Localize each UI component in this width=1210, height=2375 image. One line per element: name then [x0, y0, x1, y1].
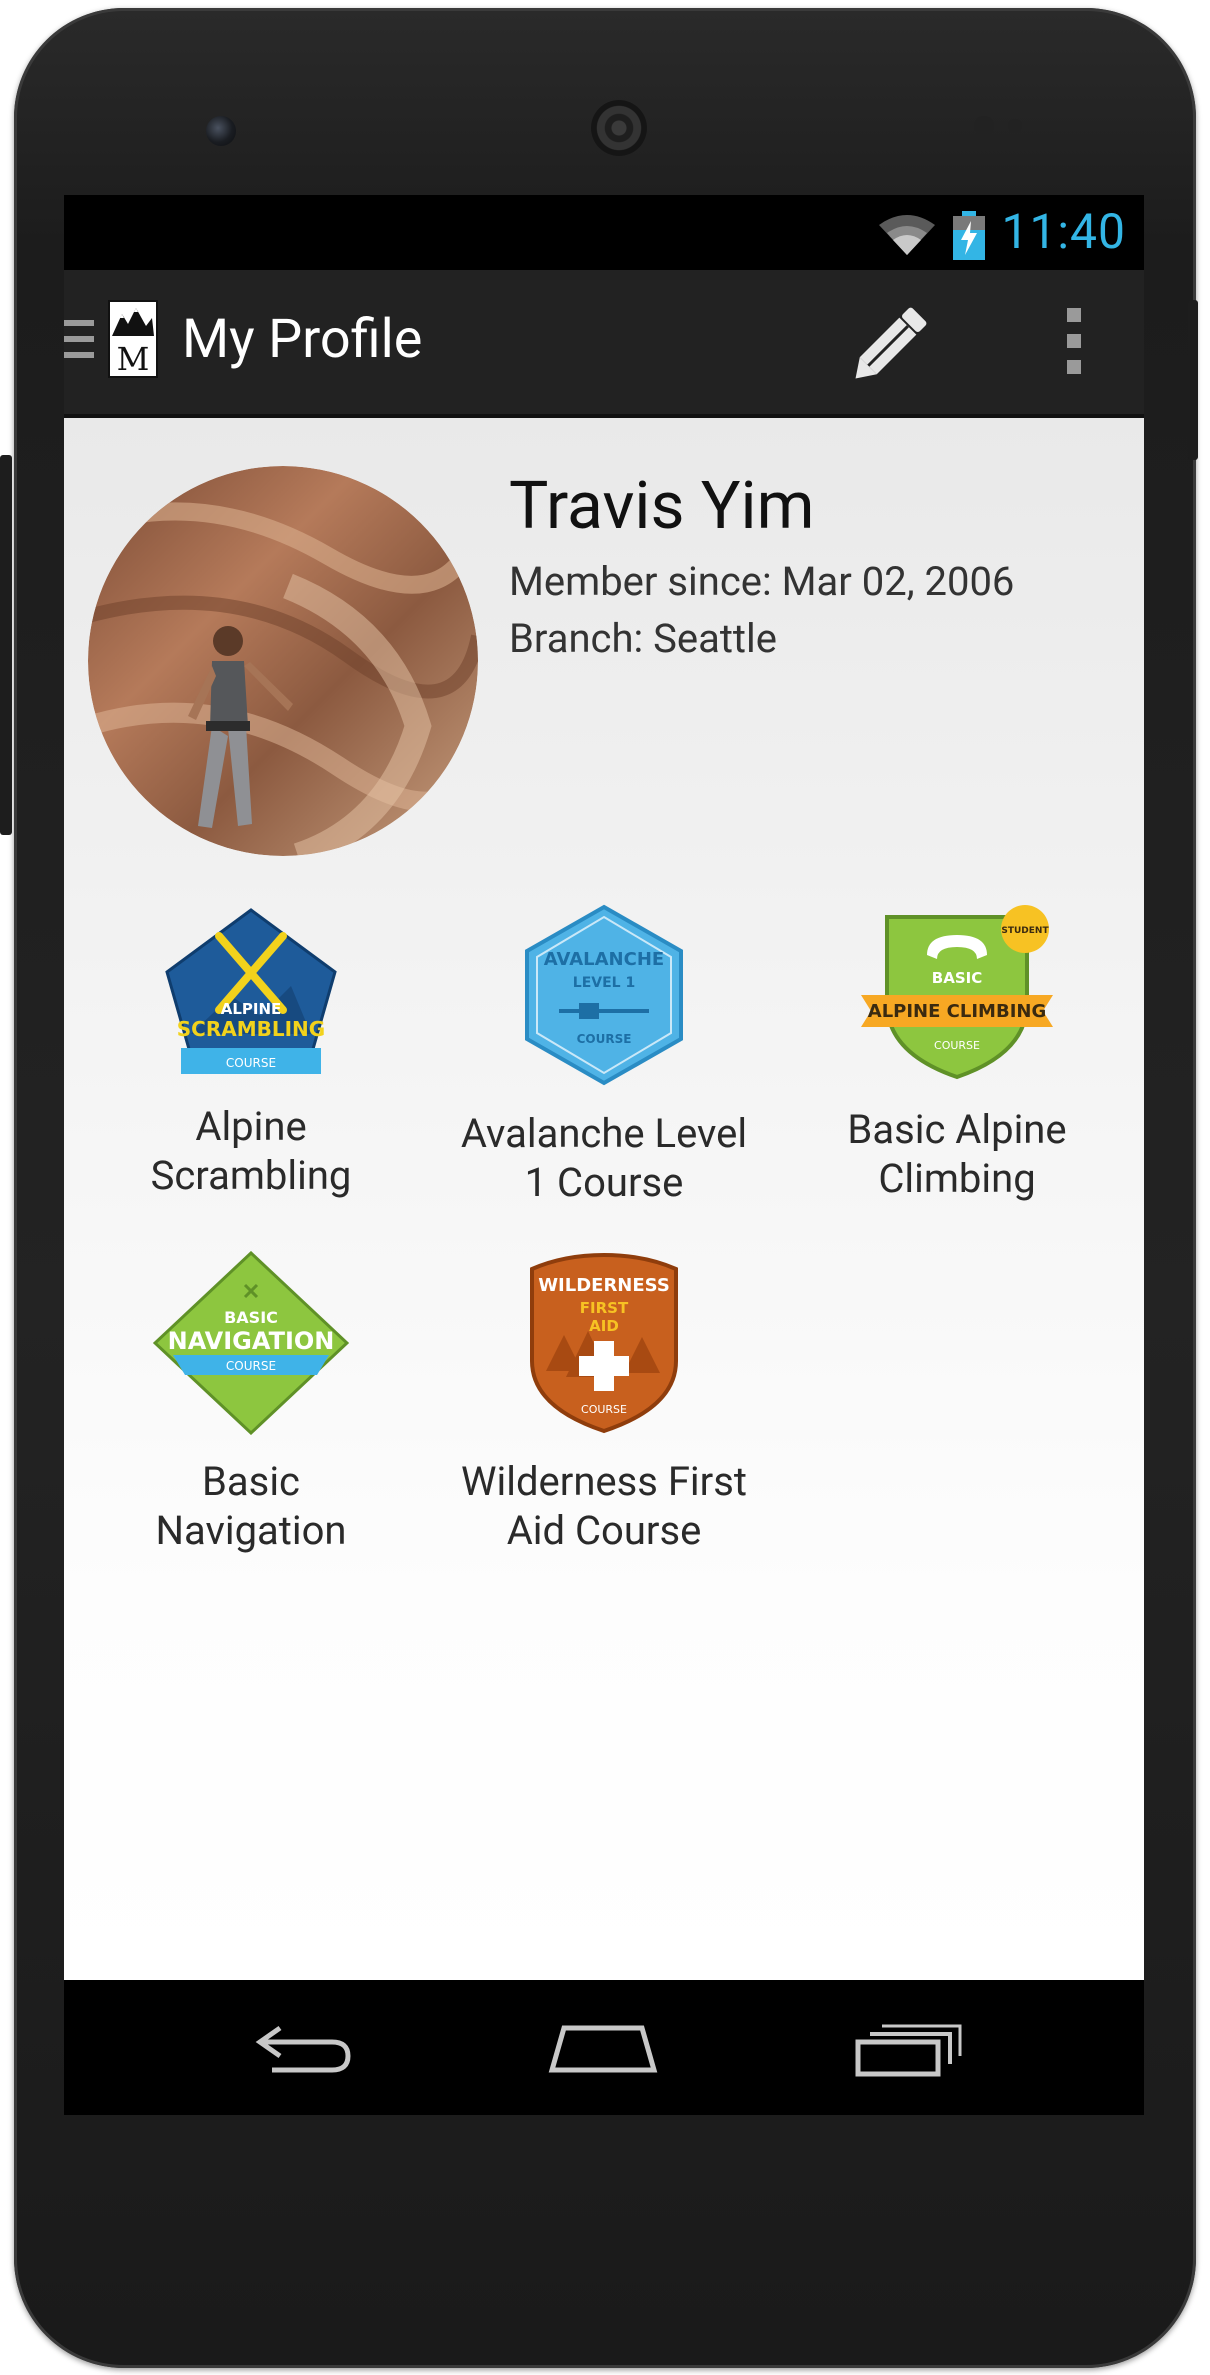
svg-text:WILDERNESS: WILDERNESS	[538, 1275, 670, 1296]
badge-label: Alpine Scrambling	[150, 1103, 352, 1199]
avalanche-level-1-badge-icon: AVALANCHE LEVEL 1 COURSE	[525, 904, 683, 1086]
basic-navigation-badge-icon: BASIC NAVIGATION COURSE	[153, 1251, 349, 1435]
svg-text:COURSE: COURSE	[226, 1359, 276, 1373]
badge-label: Basic Alpine Climbing	[847, 1106, 1067, 1202]
overflow-menu-icon[interactable]	[1064, 308, 1084, 374]
svg-text:BASIC: BASIC	[932, 969, 982, 987]
back-icon[interactable]	[252, 2018, 356, 2078]
svg-text:STUDENT: STUDENT	[1001, 926, 1049, 936]
branch: Branch: Seattle	[509, 615, 777, 662]
svg-text:AID: AID	[589, 1317, 619, 1335]
svg-text:FIRST: FIRST	[580, 1299, 629, 1317]
battery-charging-icon	[953, 211, 985, 260]
navigation-drawer-icon[interactable]	[64, 320, 94, 364]
status-time: 11:40	[1001, 203, 1126, 260]
light-sensor	[1008, 119, 1022, 133]
svg-text:COURSE: COURSE	[226, 1056, 276, 1070]
svg-text:BASIC: BASIC	[224, 1308, 278, 1327]
app-logo-icon[interactable]: M	[108, 300, 158, 378]
svg-text:SCRAMBLING: SCRAMBLING	[177, 1017, 325, 1041]
wifi-icon	[879, 215, 935, 255]
alpine-scrambling-badge-icon: ALPINE SCRAMBLING COURSE	[165, 908, 337, 1074]
page-title: My Profile	[182, 308, 423, 371]
power-button	[1188, 300, 1198, 460]
svg-text:COURSE: COURSE	[934, 1039, 980, 1052]
svg-text:COURSE: COURSE	[581, 1403, 627, 1416]
member-since: Member since: Mar 02, 2006	[509, 558, 1015, 605]
proximity-sensor	[974, 116, 994, 136]
badge-label: Wilderness First Aid Course	[461, 1458, 747, 1554]
edit-pencil-icon[interactable]	[850, 298, 936, 384]
profile-name: Travis Yim	[509, 468, 815, 545]
profile-content: Travis Yim Member since: Mar 02, 2006 Br…	[64, 418, 1144, 1980]
volume-rocker	[0, 455, 12, 835]
badge-avalanche-level-1[interactable]: AVALANCHE LEVEL 1 COURSE Avalanche Level…	[429, 903, 779, 1207]
recent-apps-icon[interactable]	[854, 2018, 964, 2078]
svg-text:M: M	[117, 340, 150, 378]
badge-wilderness-first-aid[interactable]: WILDERNESS FIRST AID COURSE Wilderness F…	[429, 1251, 779, 1555]
svg-text:ALPINE: ALPINE	[221, 1000, 282, 1018]
device-screen: 11:40 M My Profile Travis Yim Member sin…	[64, 195, 1144, 2115]
badge-basic-navigation[interactable]: BASIC NAVIGATION COURSE Basic Navigation	[76, 1251, 426, 1555]
wilderness-first-aid-badge-icon: WILDERNESS FIRST AID COURSE	[530, 1252, 678, 1434]
badge-alpine-scrambling[interactable]: ALPINE SCRAMBLING COURSE Alpine Scrambli…	[76, 906, 426, 1200]
action-bar: M My Profile	[64, 270, 1144, 418]
svg-text:LEVEL 1: LEVEL 1	[573, 975, 635, 991]
basic-alpine-climbing-badge-icon: BASIC ALPINE CLIMBING COURSE STUDENT	[861, 905, 1053, 1080]
svg-text:ALPINE CLIMBING: ALPINE CLIMBING	[868, 1001, 1046, 1022]
system-nav-bar	[64, 1980, 1144, 2115]
profile-avatar[interactable]	[88, 466, 478, 856]
status-bar: 11:40	[64, 195, 1144, 270]
svg-text:COURSE: COURSE	[577, 1032, 632, 1046]
home-icon[interactable]	[546, 2018, 660, 2078]
svg-text:AVALANCHE: AVALANCHE	[544, 949, 664, 970]
badge-basic-alpine-climbing[interactable]: BASIC ALPINE CLIMBING COURSE STUDENT Bas…	[782, 903, 1132, 1203]
svg-text:NAVIGATION: NAVIGATION	[168, 1327, 335, 1355]
front-camera	[206, 116, 236, 146]
earpiece-speaker	[591, 100, 647, 156]
badge-label: Basic Navigation	[155, 1458, 347, 1554]
badge-label: Avalanche Level 1 Course	[460, 1110, 748, 1206]
